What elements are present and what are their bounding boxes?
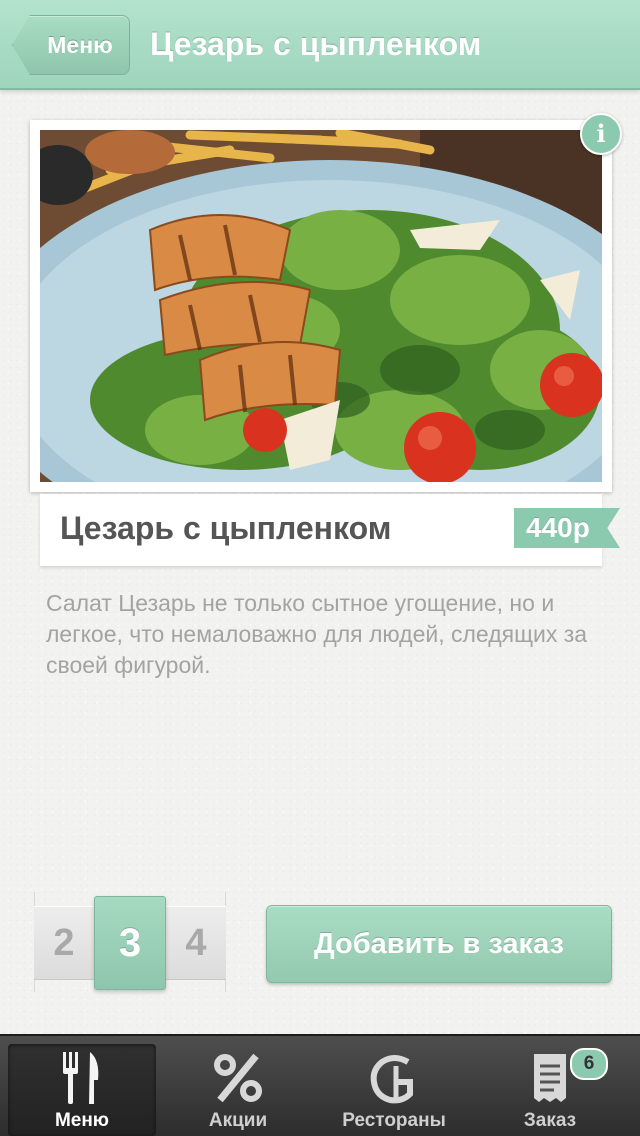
tab-restaurants[interactable]: Рестораны — [320, 1044, 468, 1136]
tab-order[interactable]: 6 Заказ — [476, 1044, 624, 1136]
info-icon[interactable]: i — [580, 113, 622, 155]
back-menu-label: Меню — [47, 31, 113, 58]
dish-photo — [40, 130, 602, 482]
order-count-badge: 6 — [570, 1048, 608, 1080]
tab-bar: Меню Акции Рестораны 6 Заказ — [0, 1034, 640, 1136]
quantity-picker[interactable]: 2 4 3 — [34, 892, 226, 992]
quantity-selected[interactable]: 3 — [94, 896, 166, 990]
tab-promotions[interactable]: Акции — [164, 1044, 312, 1136]
tab-promotions-label: Акции — [208, 1110, 268, 1131]
page-title: Цезарь с цыпленком — [150, 26, 482, 62]
percent-icon — [164, 1050, 312, 1106]
tab-menu[interactable]: Меню — [8, 1044, 156, 1136]
back-menu-button[interactable]: Меню — [12, 15, 130, 75]
tab-menu-label: Меню — [54, 1110, 110, 1131]
dish-photo-frame — [30, 120, 612, 492]
quantity-option-prev[interactable]: 2 — [34, 906, 94, 980]
tab-restaurants-label: Рестораны — [342, 1110, 446, 1131]
add-to-order-button[interactable]: Добавить в заказ — [266, 905, 612, 983]
dish-description: Салат Цезарь не только сытное угощение, … — [46, 590, 588, 678]
restaurant-logo-icon — [320, 1050, 468, 1106]
quantity-option-next[interactable]: 4 — [166, 906, 226, 980]
tab-order-label: Заказ — [523, 1110, 577, 1131]
dish-name: Цезарь с цыпленком — [60, 510, 392, 546]
price-tag: 440р — [514, 508, 620, 548]
fork-knife-icon — [8, 1050, 156, 1106]
navigation-bar: Меню Цезарь с цыпленком — [0, 0, 640, 90]
